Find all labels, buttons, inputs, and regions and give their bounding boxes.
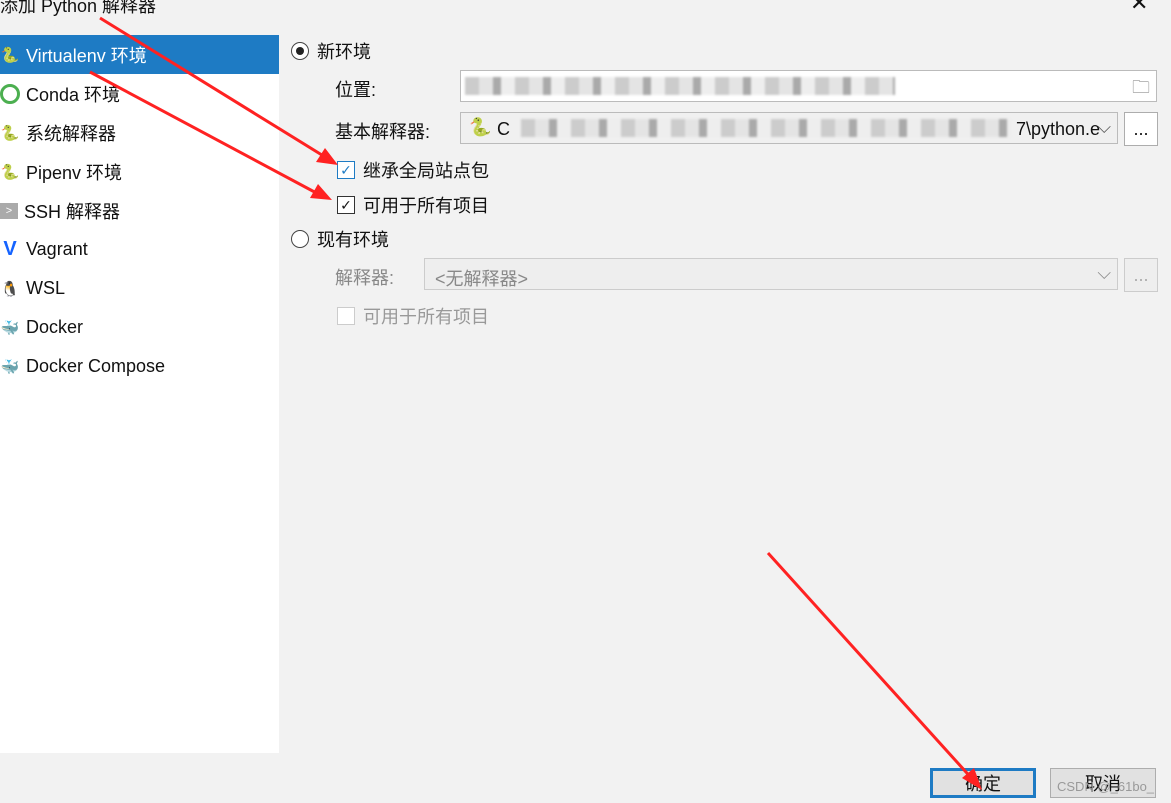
annotation-arrows bbox=[89, 16, 982, 790]
arrow-head bbox=[316, 148, 338, 165]
arrow bbox=[766, 551, 977, 784]
